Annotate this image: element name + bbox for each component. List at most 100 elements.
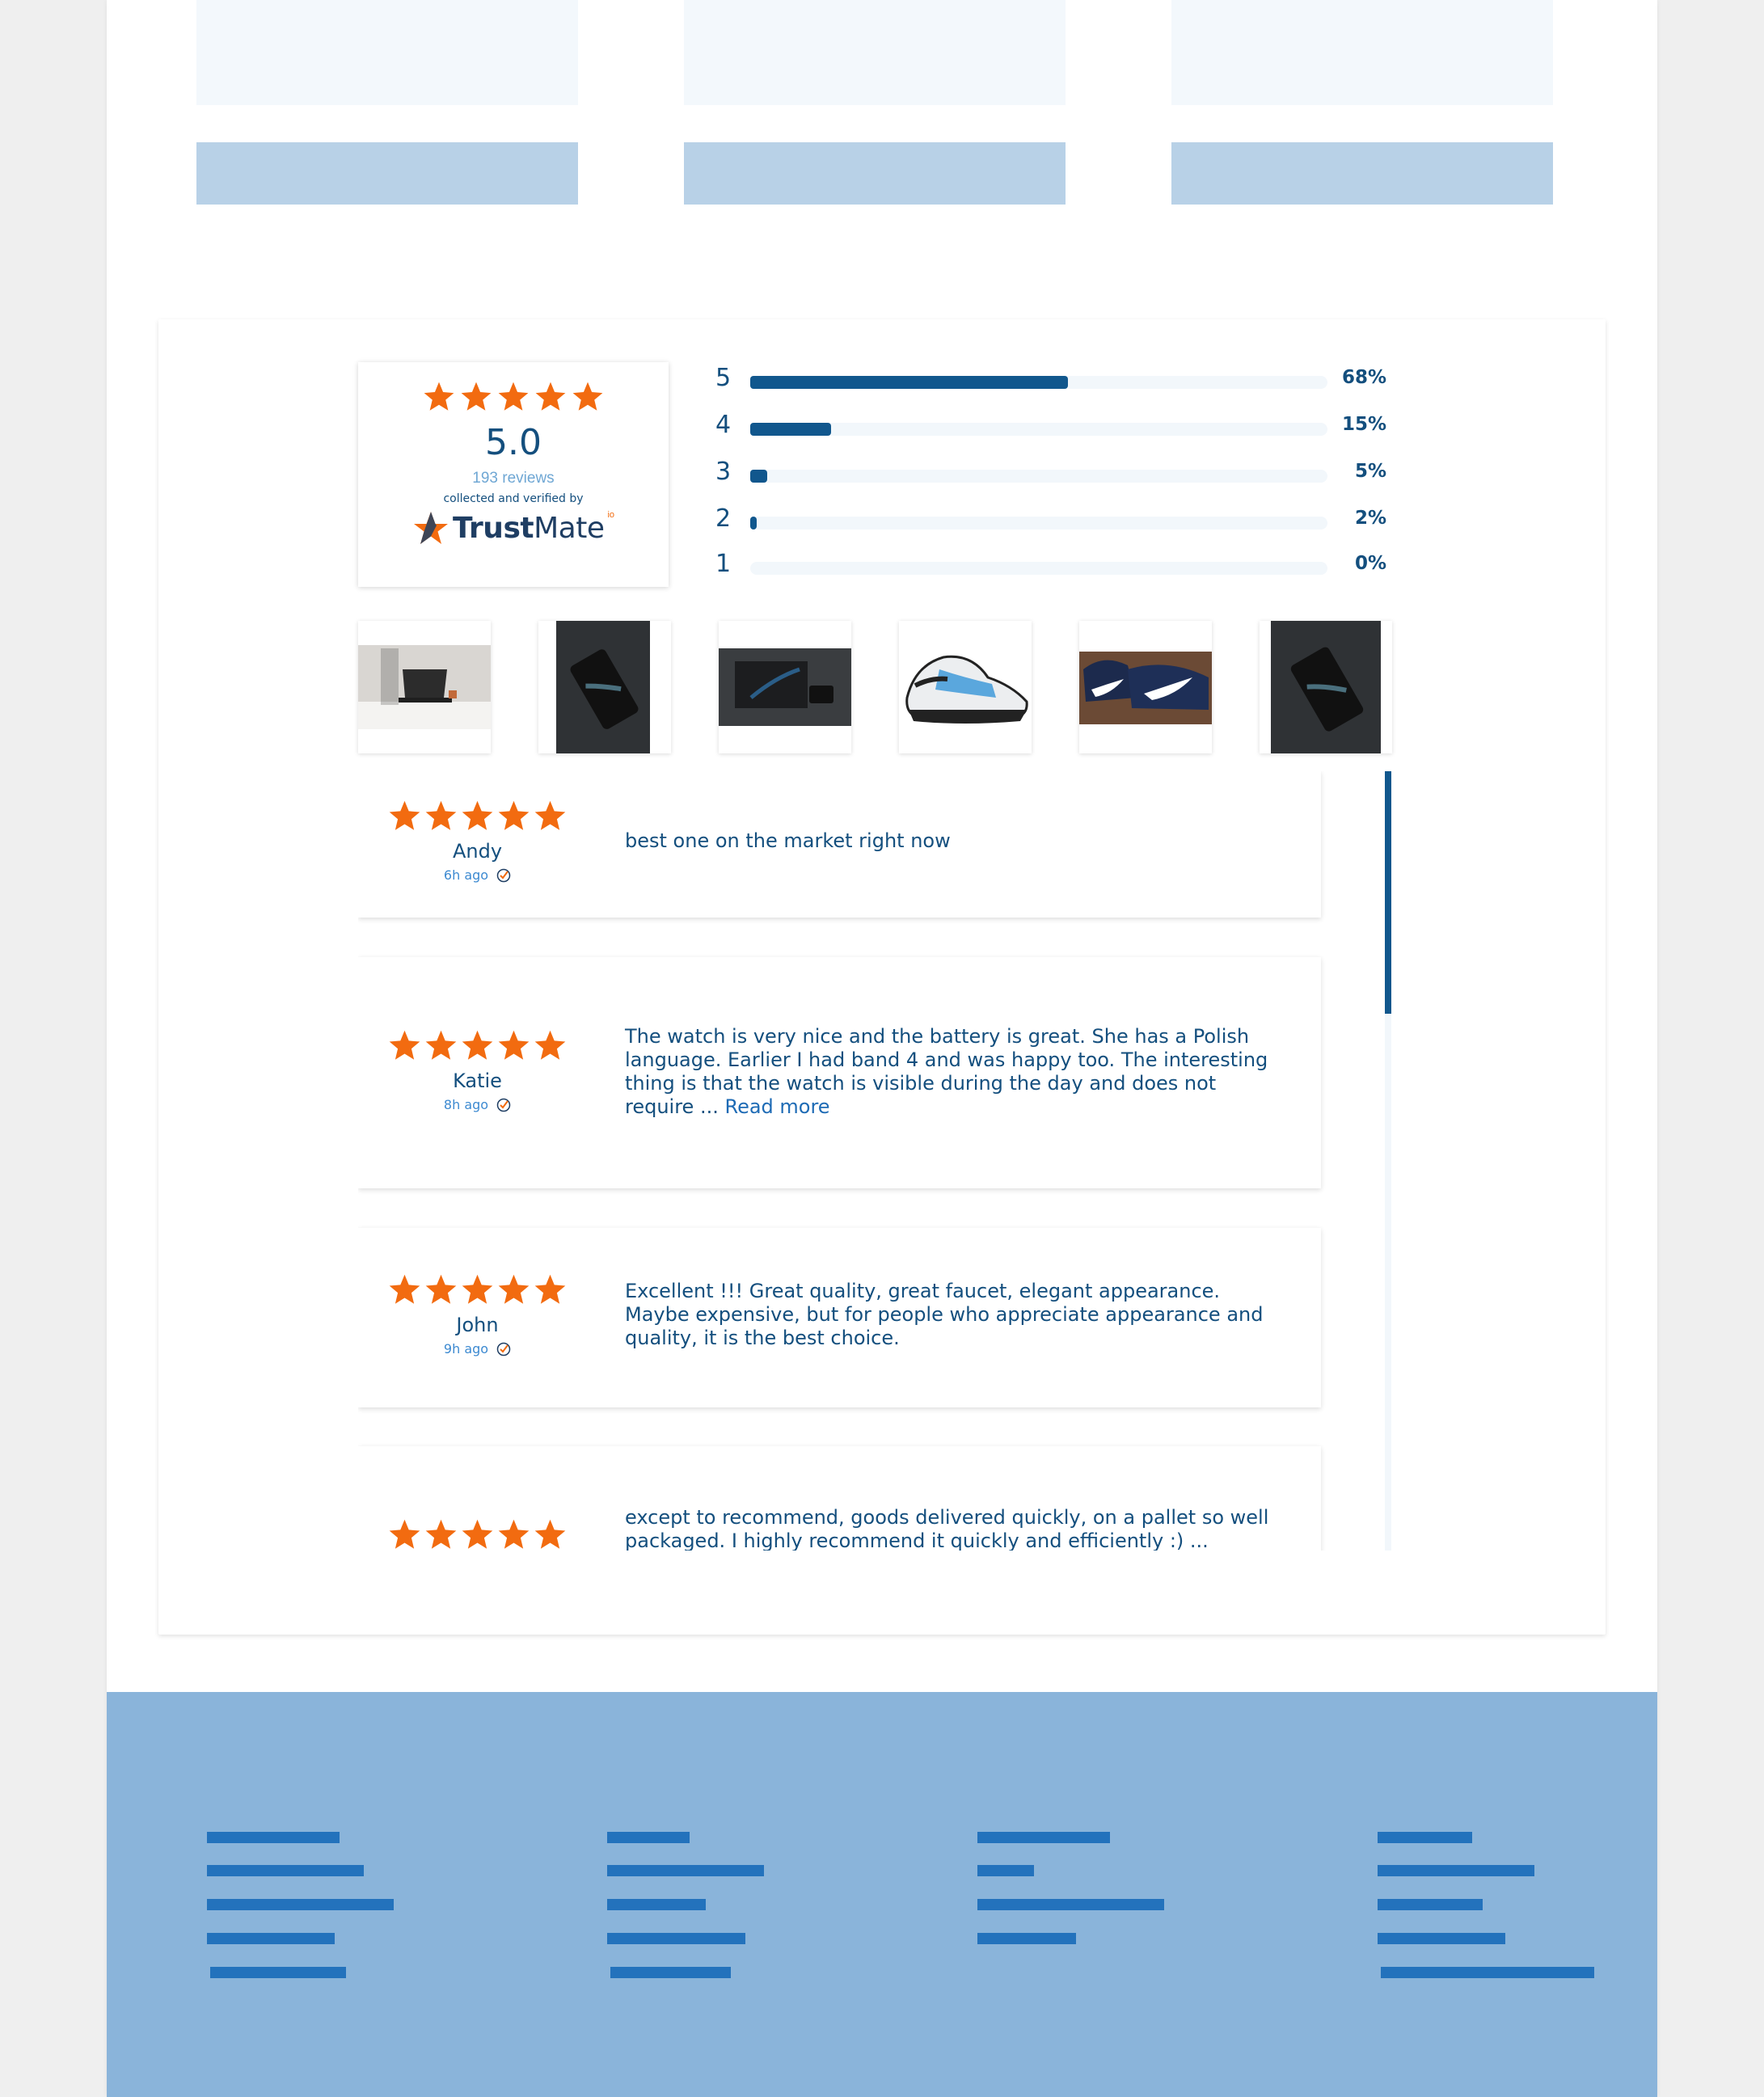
footer-placeholder-line [207,1899,394,1910]
star-icon [534,1030,566,1060]
trustmate-star-icon [413,512,448,544]
footer [107,1692,1657,2097]
distribution-row-3[interactable]: 3 5% [715,458,1386,486]
verified-icon [496,868,511,882]
distribution-star-label: 2 [715,504,732,533]
distribution-track [750,517,1327,530]
distribution-row-4[interactable]: 4 15% [715,411,1386,439]
star-icon [462,1519,493,1549]
footer-placeholder-line [207,1933,335,1944]
star-icon [389,1519,420,1549]
star-icon [534,1274,566,1304]
footer-placeholder-line [1378,1865,1534,1876]
reviews-list[interactable]: Andy 6h ago best one on the market right… [358,771,1393,1551]
star-icon [572,382,603,411]
footer-placeholder-line [207,1832,340,1843]
placeholder-card-2 [684,0,1066,105]
distribution-star-label: 3 [715,458,732,486]
review-photo-phone-2[interactable] [1260,621,1392,753]
distribution-track [750,562,1327,575]
distribution-track [750,423,1327,436]
footer-placeholder-line [210,1967,346,1978]
review-text: best one on the market right now [625,829,951,852]
star-icon [424,382,454,411]
rating-summary: 5.0 193 reviews collected and verified b… [358,362,669,587]
star-icon [534,800,566,830]
read-more-link[interactable]: Read more [724,1095,829,1118]
star-icon [462,1274,493,1304]
reviewer-name: John [456,1314,499,1336]
star-icon [462,800,493,830]
footer-placeholder-line [977,1865,1034,1876]
reviews-count-link[interactable]: 193 reviews [358,470,669,487]
footer-placeholder-line [977,1933,1076,1944]
review-card: except to recommend, goods delivered qui… [358,1446,1321,1551]
review-stars [358,1517,597,1551]
placeholder-button-2 [684,142,1066,205]
review-meta: Katie 8h ago [358,1028,597,1112]
sneaker-image [899,621,1032,753]
star-icon [425,1030,457,1060]
average-score: 5.0 [485,422,542,463]
star-icon [535,382,566,411]
reviews-scrollbar[interactable] [1385,771,1391,1551]
review-photo-laptop-dark[interactable] [719,621,851,753]
star-icon [462,1030,493,1060]
review-photo-sneaker[interactable] [899,621,1032,753]
star-icon [425,1274,457,1304]
distribution-percent: 0% [1354,553,1386,574]
placeholder-card-3 [1171,0,1553,105]
review-card: Katie 8h ago The watch is very nice and … [358,957,1321,1188]
review-time-text: 9h ago [443,1341,489,1357]
distribution-row-2[interactable]: 2 2% [715,504,1386,533]
placeholder-button-1 [196,142,578,205]
star-icon [498,1274,530,1304]
footer-placeholder-line [607,1865,764,1876]
trustmate-logo[interactable]: TrustMate io [358,510,669,546]
phone-image-2 [1271,621,1381,753]
distribution-percent: 68% [1341,367,1386,388]
distribution-track [750,376,1327,389]
review-meta: John 9h ago [358,1272,597,1357]
star-icon [534,1519,566,1549]
star-icon [425,800,457,830]
distribution-fill [750,423,831,436]
star-icon [389,1274,420,1304]
distribution-fill [750,517,757,530]
reviewer-name: Katie [453,1070,502,1092]
review-time: 6h ago [358,867,597,883]
footer-placeholder-line [1378,1899,1483,1910]
footer-placeholder-line [977,1899,1164,1910]
verified-icon [496,1098,511,1112]
review-photo-laptop-desk[interactable] [358,621,491,753]
footer-placeholder-line [1378,1832,1472,1843]
star-icon [461,382,492,411]
star-icon [425,1519,457,1549]
star-icon [498,1519,530,1549]
review-time-text: 6h ago [443,867,489,883]
footer-placeholder-line [207,1865,364,1876]
review-stars [358,1272,597,1307]
review-time-text: 8h ago [443,1097,489,1112]
distribution-row-1[interactable]: 1 0% [715,550,1386,578]
trustmate-wordmark: TrustMate [452,511,605,545]
trustmate-io-sup: io [607,510,615,520]
review-card: John 9h ago Excellent !!! Great quality,… [358,1228,1321,1407]
footer-placeholder-line [977,1832,1110,1843]
distribution-percent: 2% [1354,508,1386,529]
laptop-dark-image [719,648,851,726]
review-photo-shoes-worn[interactable] [1079,621,1212,753]
star-icon [498,800,530,830]
footer-placeholder-line [1378,1933,1505,1944]
distribution-row-5[interactable]: 5 68% [715,364,1386,392]
distribution-star-label: 4 [715,411,732,439]
distribution-fill [750,376,1068,389]
distribution-star-label: 1 [715,550,732,578]
scrollbar-thumb[interactable] [1385,771,1391,1014]
phone-image [556,621,650,753]
placeholder-button-3 [1171,142,1553,205]
review-text: except to recommend, goods delivered qui… [625,1506,1269,1551]
review-photo-phone[interactable] [538,621,671,753]
review-time: 9h ago [358,1341,597,1357]
distribution-track [750,470,1327,483]
